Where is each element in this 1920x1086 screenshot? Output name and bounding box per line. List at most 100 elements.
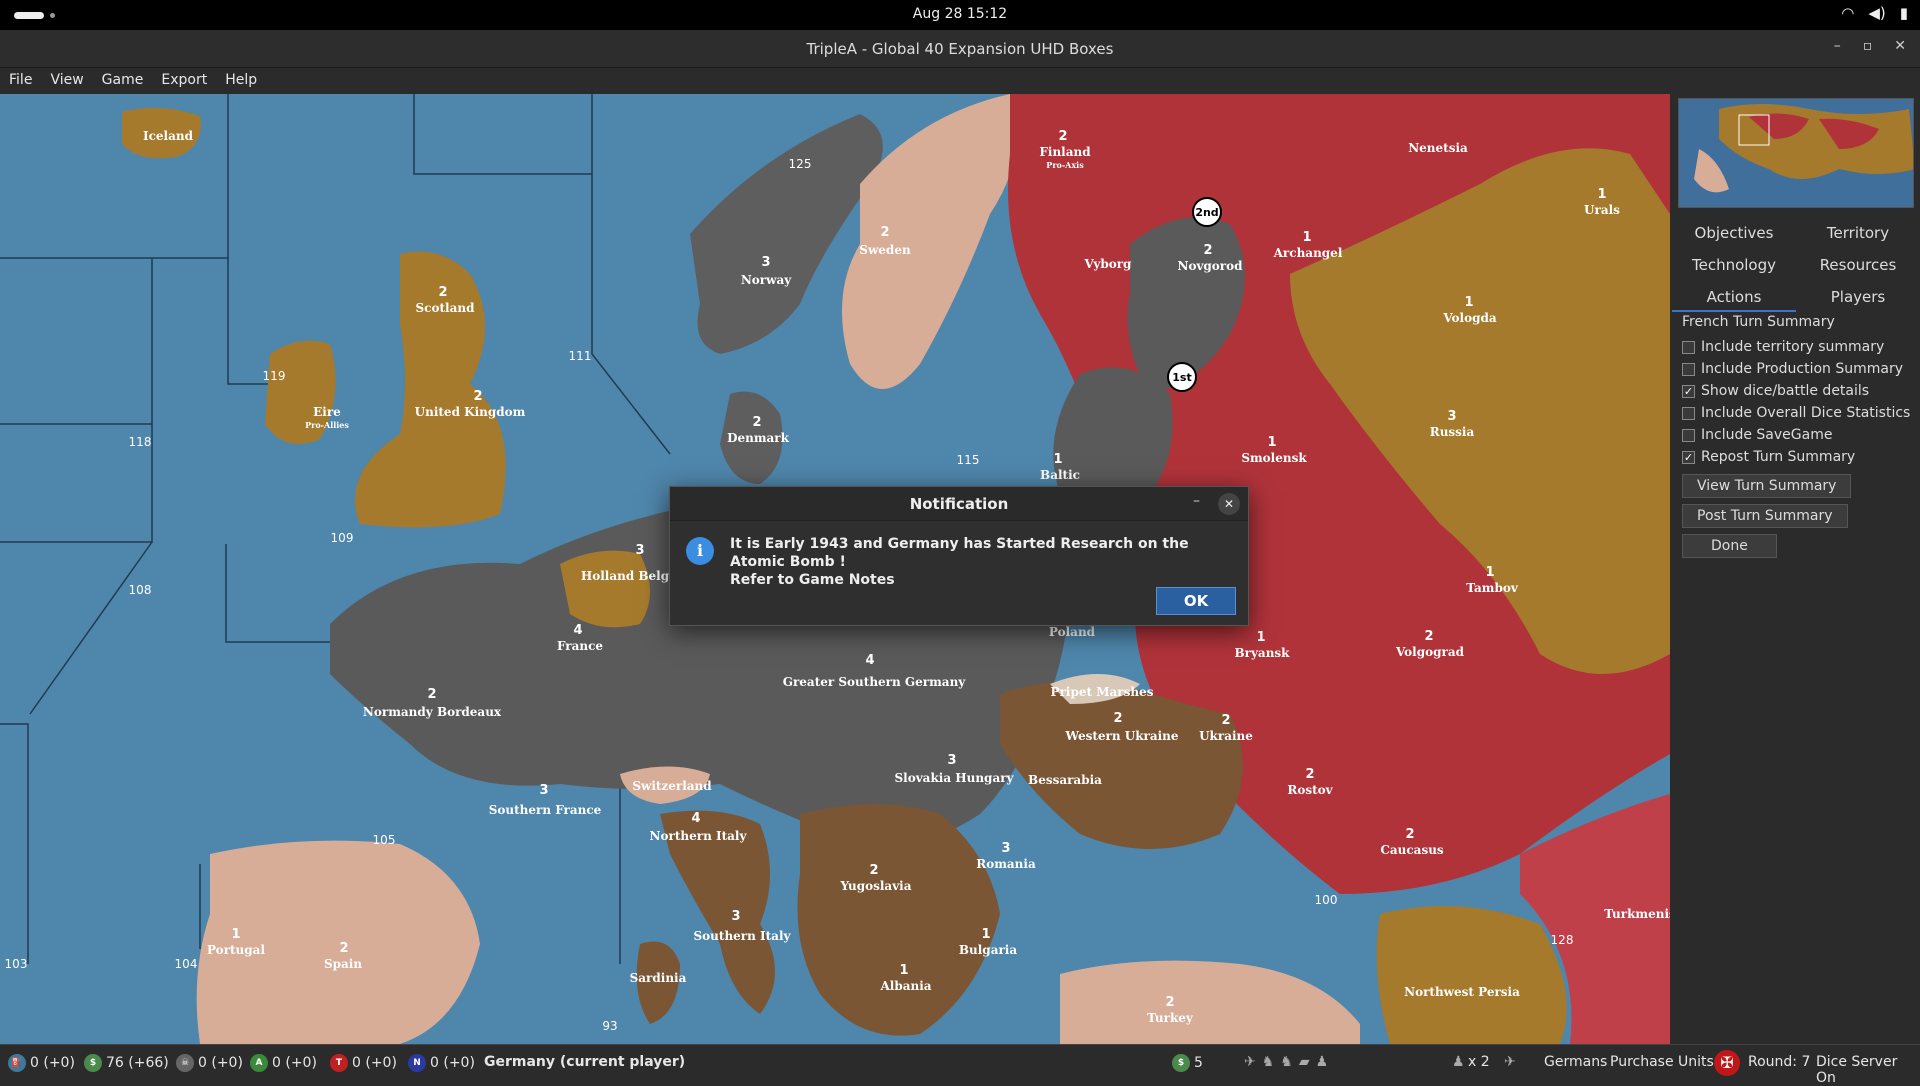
value-scotland: 2 xyxy=(438,285,447,300)
sea-zone-119: 119 xyxy=(263,369,286,383)
value-romania: 3 xyxy=(1001,841,1010,856)
label-novgorod: Novgorod xyxy=(1177,259,1243,273)
value-turkey: 2 xyxy=(1165,995,1174,1010)
value-slovakia-hungary: 3 xyxy=(947,753,956,768)
tab-actions[interactable]: Actions xyxy=(1672,280,1796,312)
turn-summary-panel: French Turn Summary Include territory su… xyxy=(1682,314,1918,558)
maximize-button[interactable]: ▫ xyxy=(1863,38,1873,54)
dialog-header[interactable]: Notification – ✕ xyxy=(670,487,1248,521)
tab-objectives[interactable]: Objectives xyxy=(1672,216,1796,248)
value-russia: 3 xyxy=(1447,409,1456,424)
label-smolensk: Smolensk xyxy=(1241,451,1307,465)
minimize-button[interactable]: – xyxy=(1834,38,1841,54)
value-baltic: 1 xyxy=(1053,452,1062,467)
checkbox-dice-details[interactable]: ✓ xyxy=(1682,384,1695,398)
done-button[interactable]: Done xyxy=(1682,534,1777,558)
minimap[interactable] xyxy=(1678,98,1914,208)
value-greater-southern-germany: 4 xyxy=(865,653,874,668)
tab-resources[interactable]: Resources xyxy=(1796,248,1920,280)
checkbox-savegame[interactable] xyxy=(1682,428,1695,442)
system-tray[interactable]: ◠ ◀) ▮ xyxy=(1841,4,1908,22)
menu-view[interactable]: View xyxy=(41,68,92,94)
phase-label: Purchase Units xyxy=(1610,1054,1714,1070)
value-northern-italy: 4 xyxy=(691,811,700,826)
resource-navy: N0 (+0) xyxy=(408,1054,475,1072)
option-production-summary[interactable]: Include Production Summary xyxy=(1682,358,1918,380)
checkbox-repost-summary[interactable]: ✓ xyxy=(1682,450,1695,464)
sea-zone-109: 109 xyxy=(331,531,354,545)
tab-territory[interactable]: Territory xyxy=(1796,216,1920,248)
label-northern-italy: Northern Italy xyxy=(650,829,748,843)
tab-technology[interactable]: Technology xyxy=(1672,248,1796,280)
money-icon: $ xyxy=(84,1054,102,1072)
checkbox-territory-summary[interactable] xyxy=(1682,340,1695,354)
volume-icon[interactable]: ◀) xyxy=(1868,4,1885,22)
value-rostov: 2 xyxy=(1305,767,1314,782)
value-volgograd: 2 xyxy=(1424,629,1433,644)
info-icon: i xyxy=(686,537,714,565)
sea-zone-103: 103 xyxy=(5,957,28,971)
value-bulgaria: 1 xyxy=(981,927,990,942)
label-norway: Norway xyxy=(741,273,792,287)
option-repost-summary[interactable]: ✓ Repost Turn Summary xyxy=(1682,446,1918,468)
option-dice-statistics[interactable]: Include Overall Dice Statistics xyxy=(1682,402,1918,424)
checkbox-dice-statistics[interactable] xyxy=(1682,406,1695,420)
value-albania: 1 xyxy=(899,963,908,978)
sea-zone-118: 118 xyxy=(129,435,152,449)
menu-game[interactable]: Game xyxy=(93,68,153,94)
battery-icon[interactable]: ▮ xyxy=(1900,4,1908,22)
round-label: Round: 7 xyxy=(1748,1054,1811,1070)
label-turkey: Turkey xyxy=(1147,1011,1194,1025)
value-southern-france: 3 xyxy=(539,783,548,798)
post-turn-summary-button[interactable]: Post Turn Summary xyxy=(1682,504,1848,528)
label-denmark: Denmark xyxy=(727,431,790,445)
label-finland-alignment: Pro-Axis xyxy=(1046,160,1084,170)
menu-export[interactable]: Export xyxy=(152,68,216,94)
label-albania: Albania xyxy=(879,979,931,993)
view-turn-summary-button[interactable]: View Turn Summary xyxy=(1682,474,1852,498)
sea-zone-100: 100 xyxy=(1315,893,1338,907)
resource-pus: $76 (+66) xyxy=(84,1054,169,1072)
label-volgograd: Volgograd xyxy=(1395,645,1465,659)
label-southern-france: Southern France xyxy=(489,803,602,817)
value-vologda: 1 xyxy=(1464,295,1473,310)
option-savegame[interactable]: Include SaveGame xyxy=(1682,424,1918,446)
value-novgorod: 2 xyxy=(1203,243,1212,258)
label-russia: Russia xyxy=(1430,425,1475,439)
window-title-bar: TripleA - Global 40 Expansion UHD Boxes … xyxy=(0,30,1920,68)
dialog-title: Notification xyxy=(909,495,1009,513)
sea-zone-125: 125 xyxy=(789,157,812,171)
tab-players[interactable]: Players xyxy=(1796,280,1920,312)
unit-icons: ✈♞♞▰♟ xyxy=(1244,1054,1335,1070)
sea-zone-borders xyxy=(0,94,671,964)
label-slovakia-hungary: Slovakia Hungary xyxy=(894,771,1014,785)
system-clock[interactable]: Aug 28 15:12 xyxy=(0,6,1920,22)
menu-help[interactable]: Help xyxy=(216,68,266,94)
option-territory-summary[interactable]: Include territory summary xyxy=(1682,336,1918,358)
value-norway: 3 xyxy=(761,255,770,270)
dialog-close-icon[interactable]: ✕ xyxy=(1218,493,1240,515)
infantry-icon: ♟ xyxy=(1452,1054,1465,1070)
resource-air: A0 (+0) xyxy=(250,1054,317,1072)
skull-icon: ☠ xyxy=(176,1054,194,1072)
ok-button[interactable]: OK xyxy=(1156,587,1236,615)
option-dice-details[interactable]: ✓ Show dice/battle details xyxy=(1682,380,1918,402)
close-window-button[interactable]: ✕ xyxy=(1894,38,1906,54)
label-rostov: Rostov xyxy=(1287,783,1333,797)
label-france: France xyxy=(557,639,603,653)
value-sweden: 2 xyxy=(880,225,889,240)
dialog-minimize-icon[interactable]: – xyxy=(1193,493,1200,509)
label-united-kingdom: United Kingdom xyxy=(415,405,526,419)
dialog-message-line1: It is Early 1943 and Germany has Started… xyxy=(730,536,1189,570)
label-sweden: Sweden xyxy=(859,243,911,257)
summary-heading: French Turn Summary xyxy=(1682,314,1835,330)
wifi-icon[interactable]: ◠ xyxy=(1841,4,1854,22)
checkbox-production-summary[interactable] xyxy=(1682,362,1695,376)
value-urals: 1 xyxy=(1597,187,1606,202)
label-scotland: Scotland xyxy=(416,301,476,315)
sea-zone-104: 104 xyxy=(175,957,198,971)
notification-dialog: Notification – ✕ i It is Early 1943 and … xyxy=(669,486,1249,626)
air-icon: A xyxy=(250,1054,268,1072)
label-archangel: Archangel xyxy=(1273,246,1343,260)
menu-file[interactable]: File xyxy=(0,68,41,94)
